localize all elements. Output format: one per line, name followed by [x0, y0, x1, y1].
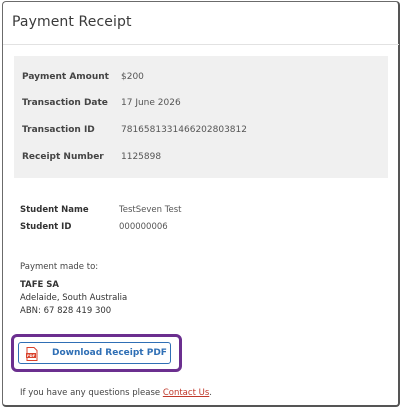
pdf-icon-text: PDF [27, 354, 36, 358]
footer-period: . [209, 388, 212, 398]
summary-label: Payment Amount [22, 72, 109, 82]
student-id-label: Student ID [20, 222, 72, 232]
footer-text: If you have any questions please [20, 388, 163, 398]
payee-details: TAFE SA Adelaide, South Australia ABN: 6… [20, 279, 127, 318]
summary-value: 17 June 2026 [121, 98, 181, 108]
pdf-file-icon: PDF [26, 346, 38, 361]
summary-label: Transaction Date [22, 98, 108, 108]
summary-value: $200 [121, 72, 144, 82]
payee-abn: ABN: 67 828 419 300 [20, 306, 112, 316]
summary-value: 7816581331466202803812 [121, 125, 247, 135]
summary-value: 1125898 [121, 152, 162, 162]
page-title: Payment Receipt [12, 14, 132, 30]
download-receipt-pdf-button[interactable]: PDF Download Receipt PDF [18, 342, 171, 364]
student-name-label: Student Name [20, 205, 89, 215]
download-button-label: Download Receipt PDF [52, 348, 167, 358]
contact-us-link[interactable]: Contact Us [163, 388, 209, 398]
student-name-value: TestSeven Test [119, 205, 182, 215]
payee-location: Adelaide, South Australia [20, 293, 128, 303]
help-footer: If you have any questions please Contact… [20, 388, 212, 398]
payee-name: TAFE SA [20, 280, 59, 290]
payment-made-to-label: Payment made to: [20, 262, 99, 272]
student-id-value: 000000006 [119, 222, 168, 232]
summary-label: Transaction ID [22, 125, 95, 135]
title-divider [3, 44, 399, 45]
summary-label: Receipt Number [22, 152, 104, 162]
